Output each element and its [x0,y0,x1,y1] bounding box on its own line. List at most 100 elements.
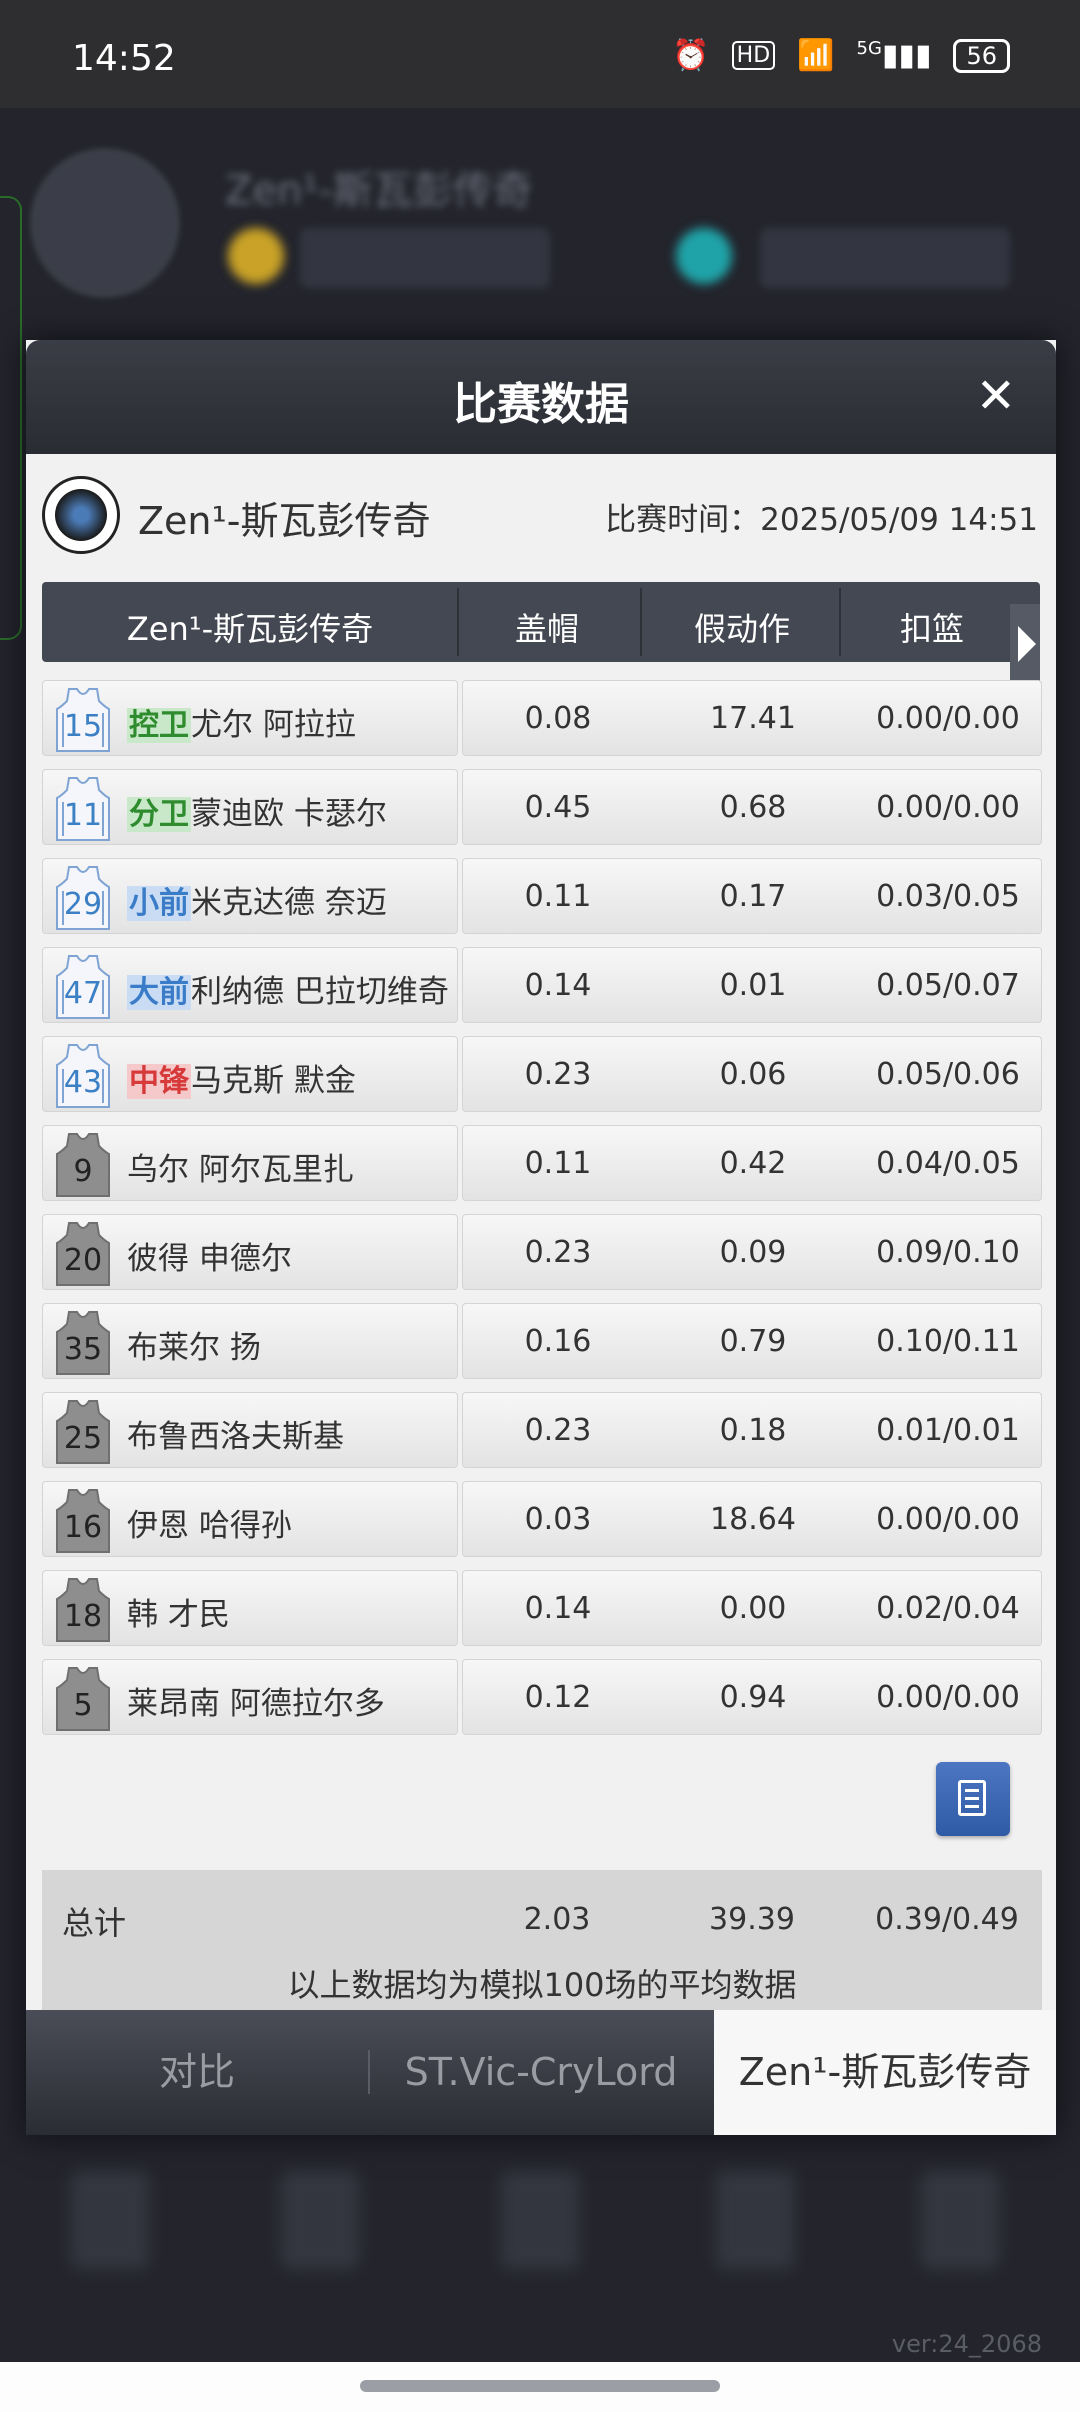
player-stats-cell[interactable]: 0.14 0.01 0.05/0.07 [462,947,1042,1023]
player-stats-cell[interactable]: 0.23 0.18 0.01/0.01 [462,1392,1042,1468]
close-icon[interactable]: ✕ [976,368,1016,424]
match-stats-dialog: 比赛数据 ✕ Zen¹-斯瓦彭传奇 比赛时间：2025/05/09 14:51 … [26,340,1056,2135]
player-name: 尤尔 阿拉拉 [191,707,356,743]
player-stats-cell[interactable]: 0.11 0.42 0.04/0.05 [462,1125,1042,1201]
position-badge: 分卫 [127,797,191,832]
team-tabs: 对比 ST.Vic-CryLord Zen¹-斯瓦彭传奇 [26,2010,1056,2135]
player-row[interactable]: 15 控卫尤尔 阿拉拉 0.08 17.41 0.00/0.00 [42,680,1042,756]
jersey-number: 15 [63,709,103,744]
nav-icon[interactable] [280,2170,360,2270]
jersey-number: 29 [63,887,103,922]
jersey-number: 18 [63,1599,103,1634]
copy-button[interactable] [936,1762,1010,1836]
player-name: 乌尔 阿尔瓦里扎 [127,1152,354,1188]
player-name: 利纳德 巴拉切维奇 [191,974,449,1010]
nav-icon[interactable] [70,2170,150,2270]
stat-fake: 0.01 [719,968,787,1003]
player-name-cell[interactable]: 11 分卫蒙迪欧 卡瑟尔 [42,769,458,845]
player-stats-cell[interactable]: 0.11 0.17 0.03/0.05 [462,858,1042,934]
jersey-number: 25 [63,1421,103,1456]
player-name-cell[interactable]: 29 小前米克达德 奈迈 [42,858,458,934]
stat-dunk: 0.02/0.04 [876,1591,1020,1626]
version-label: ver:24_2068 [891,2330,1042,2358]
player-name-cell[interactable]: 9 乌尔 阿尔瓦里扎 [42,1125,458,1201]
side-handle[interactable] [0,196,22,640]
player-stats-cell[interactable]: 0.12 0.94 0.00/0.00 [462,1659,1042,1735]
status-icons: ⏰ HD 📶 5G▮▮▮ 56 [672,38,1010,73]
player-stats-cell[interactable]: 0.03 18.64 0.00/0.00 [462,1481,1042,1557]
player-name: 伊恩 哈得孙 [127,1508,292,1544]
player-stats-cell[interactable]: 0.23 0.09 0.09/0.10 [462,1214,1042,1290]
player-row[interactable]: 25 布鲁西洛夫斯基 0.23 0.18 0.01/0.01 [42,1392,1042,1468]
stat-fake: 0.68 [719,790,787,825]
player-name-cell[interactable]: 35 布莱尔 扬 [42,1303,458,1379]
stat-dunk: 0.00/0.00 [876,701,1020,736]
home-indicator[interactable] [360,2380,720,2392]
player-name: 布鲁西洛夫斯基 [127,1419,344,1455]
player-stats-cell[interactable]: 0.23 0.06 0.05/0.06 [462,1036,1042,1112]
player-row[interactable]: 35 布莱尔 扬 0.16 0.79 0.10/0.11 [42,1303,1042,1379]
player-name-cell[interactable]: 15 控卫尤尔 阿拉拉 [42,680,458,756]
dialog-title: 比赛数据 [453,379,629,430]
column-header-dunk[interactable]: 扣篮 [852,604,1012,650]
player-name-cell[interactable]: 25 布鲁西洛夫斯基 [42,1392,458,1468]
player-row[interactable]: 18 韩 才民 0.14 0.00 0.02/0.04 [42,1570,1042,1646]
stat-block: 0.16 [524,1324,592,1359]
player-name-cell[interactable]: 47 大前利纳德 巴拉切维奇 [42,947,458,1023]
stat-block: 0.14 [524,1591,592,1626]
player-name-cell[interactable]: 5 莱昂南 阿德拉尔多 [42,1659,458,1735]
jersey-number: 35 [63,1332,103,1367]
player-stats-cell[interactable]: 0.45 0.68 0.00/0.00 [462,769,1042,845]
scroll-right-arrow-icon[interactable] [1010,604,1040,684]
tab-compare[interactable]: 对比 [26,2010,368,2135]
jersey-icon: 5 [55,1666,111,1732]
player-row[interactable]: 9 乌尔 阿尔瓦里扎 0.11 0.42 0.04/0.05 [42,1125,1042,1201]
stat-block: 0.23 [524,1235,592,1270]
stat-block: 0.23 [524,1413,592,1448]
clock: 14:52 [72,38,176,79]
player-name: 马克斯 默金 [191,1063,356,1099]
player-name-cell[interactable]: 43 中锋马克斯 默金 [42,1036,458,1112]
copy-icon [958,1780,986,1816]
jersey-icon: 29 [55,865,111,931]
player-stats-cell[interactable]: 0.16 0.79 0.10/0.11 [462,1303,1042,1379]
stat-dunk: 0.05/0.07 [876,968,1020,1003]
player-row[interactable]: 29 小前米克达德 奈迈 0.11 0.17 0.03/0.05 [42,858,1042,934]
jersey-icon: 18 [55,1577,111,1643]
jersey-icon: 15 [55,687,111,753]
player-row[interactable]: 16 伊恩 哈得孙 0.03 18.64 0.00/0.00 [42,1481,1042,1557]
player-name: 彼得 申德尔 [127,1241,292,1277]
simulation-note: 以上数据均为模拟100场的平均数据 [287,1966,797,2004]
player-stats-cell[interactable]: 0.14 0.00 0.02/0.04 [462,1570,1042,1646]
stat-dunk: 0.00/0.00 [876,1502,1020,1537]
player-list[interactable]: 15 控卫尤尔 阿拉拉 0.08 17.41 0.00/0.00 11 分卫蒙迪… [42,680,1042,1748]
player-row[interactable]: 47 大前利纳德 巴拉切维奇 0.14 0.01 0.05/0.07 [42,947,1042,1023]
nav-icon[interactable] [715,2170,795,2270]
background-chip [300,228,550,288]
player-stats-cell[interactable]: 0.08 17.41 0.00/0.00 [462,680,1042,756]
column-header-block[interactable]: 盖帽 [472,604,622,650]
tab-own-team[interactable]: Zen¹-斯瓦彭传奇 [714,2010,1056,2135]
position-badge: 控卫 [127,708,191,743]
player-row[interactable]: 20 彼得 申德尔 0.23 0.09 0.09/0.10 [42,1214,1042,1290]
nav-icon[interactable] [920,2170,1000,2270]
column-header-fake[interactable]: 假动作 [657,604,827,650]
player-row[interactable]: 43 中锋马克斯 默金 0.23 0.06 0.05/0.06 [42,1036,1042,1112]
stat-dunk: 0.03/0.05 [876,879,1020,914]
nav-icon[interactable] [500,2170,580,2270]
position-badge: 大前 [127,975,191,1010]
stat-dunk: 0.00/0.00 [876,790,1020,825]
player-name-cell[interactable]: 20 彼得 申德尔 [42,1214,458,1290]
coin-icon [228,228,284,284]
status-bar: 14:52 ⏰ HD 📶 5G▮▮▮ 56 [0,0,1080,108]
background-avatar [30,148,180,298]
tab-opponent-team[interactable]: ST.Vic-CryLord [370,2010,712,2135]
match-time: 比赛时间：2025/05/09 14:51 [605,502,1038,538]
player-row[interactable]: 11 分卫蒙迪欧 卡瑟尔 0.45 0.68 0.00/0.00 [42,769,1042,845]
jersey-number: 11 [63,798,103,833]
team-logo [42,476,120,554]
player-row[interactable]: 5 莱昂南 阿德拉尔多 0.12 0.94 0.00/0.00 [42,1659,1042,1735]
alarm-icon: ⏰ [672,38,710,73]
player-name-cell[interactable]: 16 伊恩 哈得孙 [42,1481,458,1557]
player-name-cell[interactable]: 18 韩 才民 [42,1570,458,1646]
